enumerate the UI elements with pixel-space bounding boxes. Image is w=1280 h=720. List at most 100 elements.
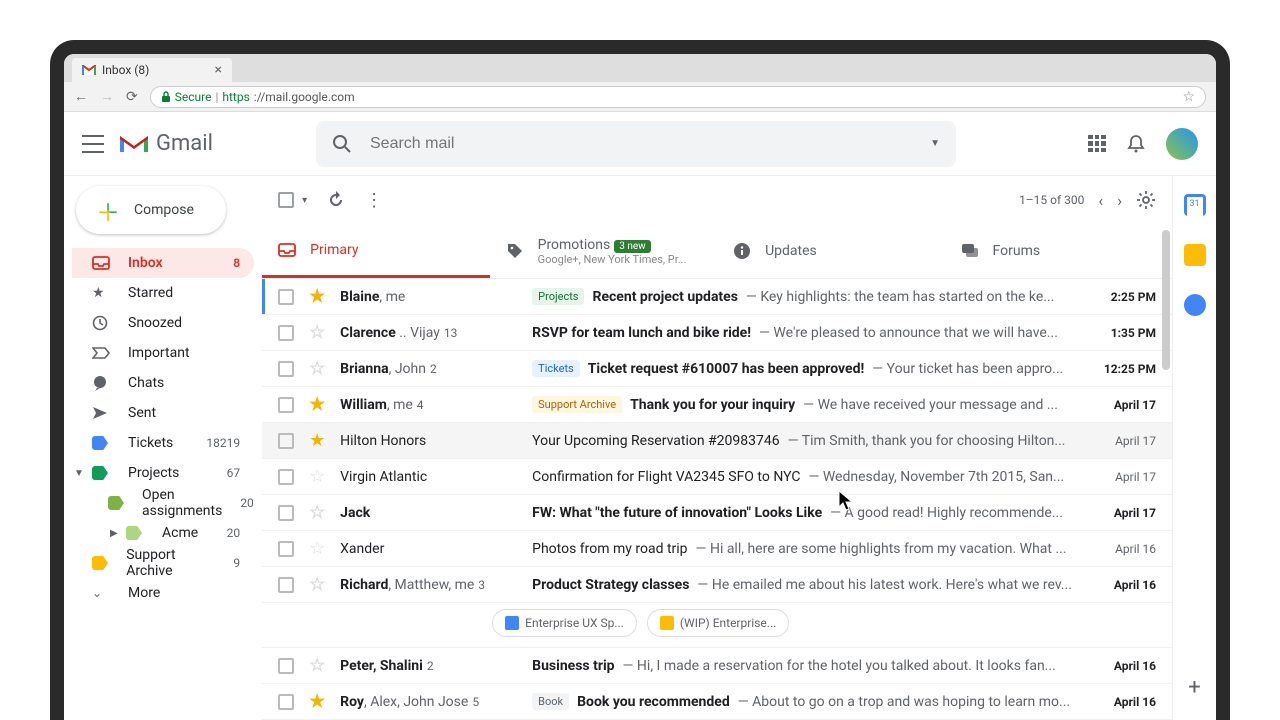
next-page-icon[interactable]: › bbox=[1117, 191, 1122, 210]
sidebar-item-starred[interactable]: ★ Starred bbox=[72, 278, 254, 308]
email-row[interactable]: ☆ Jack FW: What "the future of innovation"… bbox=[262, 495, 1172, 531]
label-chip[interactable]: Projects bbox=[532, 288, 584, 305]
search-icon[interactable] bbox=[332, 134, 352, 154]
email-list[interactable]: ★Blaine, meProjectsRecent project update… bbox=[262, 279, 1172, 720]
sidebar-item-chats[interactable]: Chats bbox=[72, 368, 254, 398]
sidebar-item-support-archive[interactable]: Support Archive 9 bbox=[72, 548, 254, 578]
tab-promotions[interactable]: Promotions3 new Google+, New York Times,… bbox=[490, 224, 717, 278]
tab-updates[interactable]: Updates bbox=[717, 224, 944, 278]
account-avatar[interactable] bbox=[1166, 128, 1198, 160]
row-checkbox[interactable] bbox=[278, 469, 294, 485]
keep-icon[interactable] bbox=[1184, 244, 1206, 266]
email-row[interactable]: ★Roy, Alex, John Jose5BookBook you recom… bbox=[262, 684, 1172, 720]
search-box[interactable]: ▼ bbox=[316, 121, 956, 167]
sidebar-item-projects[interactable]: ▼ Projects 67 bbox=[72, 458, 254, 488]
star-icon[interactable]: ☆ bbox=[308, 655, 326, 676]
back-icon[interactable]: ← bbox=[74, 88, 88, 105]
sidebar-item-sent[interactable]: Sent bbox=[72, 398, 254, 428]
address-bar[interactable]: Secure | https://mail.google.com ☆ bbox=[150, 86, 1206, 108]
select-all-checkbox[interactable] bbox=[278, 192, 294, 208]
chat-icon bbox=[92, 375, 110, 391]
sidebar-label: Acme bbox=[162, 525, 198, 541]
browser-tab[interactable]: Inbox (8) × bbox=[72, 58, 232, 82]
sidebar-item-more[interactable]: ⌄ More bbox=[72, 578, 254, 608]
select-menu-caret-icon[interactable]: ▾ bbox=[302, 195, 307, 206]
row-checkbox[interactable] bbox=[278, 433, 294, 449]
more-icon[interactable]: ⋮ bbox=[365, 190, 383, 211]
main-menu-icon[interactable] bbox=[82, 135, 104, 153]
email-row[interactable]: ☆Peter, Shalini2Business trip — Hi, I ma… bbox=[262, 648, 1172, 684]
email-row[interactable]: ★Blaine, meProjectsRecent project update… bbox=[262, 279, 1172, 315]
row-checkbox[interactable] bbox=[278, 694, 294, 710]
apps-grid-icon[interactable] bbox=[1088, 135, 1106, 153]
attachment-chip[interactable]: Enterprise UX Sp... bbox=[492, 609, 637, 637]
notifications-icon[interactable] bbox=[1126, 134, 1146, 154]
row-checkbox[interactable] bbox=[278, 541, 294, 557]
scrollbar-thumb[interactable] bbox=[1162, 230, 1170, 370]
row-checkbox[interactable] bbox=[278, 289, 294, 305]
compose-button[interactable]: ＋ Compose bbox=[76, 186, 226, 234]
browser-tab-title: Inbox (8) bbox=[102, 63, 149, 77]
reload-icon[interactable]: ⟳ bbox=[126, 89, 138, 105]
search-options-icon[interactable]: ▼ bbox=[930, 138, 940, 149]
star-icon[interactable]: ★ bbox=[308, 430, 326, 451]
star-icon[interactable]: ★ bbox=[308, 286, 326, 307]
sidebar-item-inbox[interactable]: Inbox 8 bbox=[72, 248, 254, 278]
subject-line: BookBook you recommended — About to go o… bbox=[532, 693, 1072, 710]
sent-icon bbox=[92, 406, 110, 420]
star-icon[interactable]: ☆ bbox=[308, 538, 326, 559]
row-checkbox[interactable] bbox=[278, 505, 294, 521]
email-row[interactable]: ☆Brianna, John2TicketsTicket request #61… bbox=[262, 351, 1172, 387]
bookmark-star-icon[interactable]: ☆ bbox=[1182, 89, 1195, 105]
email-row[interactable]: ☆Virgin AtlanticConfirmation for Flight … bbox=[262, 459, 1172, 495]
forward-icon[interactable]: → bbox=[100, 88, 114, 105]
sidebar-item-tickets[interactable]: Tickets 18219 bbox=[72, 428, 254, 458]
settings-gear-icon[interactable] bbox=[1136, 190, 1156, 210]
row-checkbox[interactable] bbox=[278, 325, 294, 341]
sidebar-item-important[interactable]: Important bbox=[72, 338, 254, 368]
label-chip[interactable]: Tickets bbox=[532, 360, 580, 377]
sidebar-count: 8 bbox=[233, 256, 240, 270]
email-row[interactable]: ☆XanderPhotos from my road trip — Hi all… bbox=[262, 531, 1172, 567]
subject-line: FW: What "the future of innovation" Look… bbox=[532, 505, 1072, 521]
email-row[interactable]: ☆Richard, Matthew, me3Product Strategy c… bbox=[262, 567, 1172, 603]
star-icon[interactable]: ☆ bbox=[308, 358, 326, 379]
close-tab-icon[interactable]: × bbox=[215, 62, 222, 78]
prev-page-icon[interactable]: ‹ bbox=[1098, 191, 1103, 210]
sender: Hilton Honors bbox=[340, 433, 518, 449]
star-icon[interactable]: ★ bbox=[308, 691, 326, 712]
star-icon[interactable]: ☆ bbox=[308, 502, 326, 523]
sidebar-item-acme[interactable]: ▶ Acme 20 bbox=[72, 518, 254, 548]
label-chip[interactable]: Book bbox=[532, 693, 569, 710]
email-row[interactable]: ☆Clarence .. Vijay13RSVP for team lunch … bbox=[262, 315, 1172, 351]
sidebar-item-open-assignments[interactable]: Open assignments 20 bbox=[72, 488, 254, 518]
star-icon[interactable]: ☆ bbox=[308, 574, 326, 595]
sender: Jack bbox=[340, 505, 518, 521]
inbox-icon bbox=[278, 243, 296, 257]
calendar-icon[interactable]: 31 bbox=[1184, 194, 1206, 216]
star-icon[interactable]: ☆ bbox=[308, 322, 326, 343]
attachment-chip[interactable]: (WIP) Enterprise... bbox=[647, 609, 789, 637]
star-icon[interactable]: ★ bbox=[308, 394, 326, 415]
search-input[interactable] bbox=[370, 135, 912, 153]
star-icon[interactable]: ☆ bbox=[308, 466, 326, 487]
app-header: Gmail ▼ bbox=[64, 112, 1216, 176]
email-row[interactable]: ★Hilton HonorsYour Upcoming Reservation … bbox=[262, 423, 1172, 459]
sidebar-item-snoozed[interactable]: Snoozed bbox=[72, 308, 254, 338]
row-checkbox[interactable] bbox=[278, 577, 294, 593]
row-checkbox[interactable] bbox=[278, 397, 294, 413]
chevron-right-icon[interactable]: ▶ bbox=[110, 528, 118, 539]
row-checkbox[interactable] bbox=[278, 361, 294, 377]
tasks-icon[interactable] bbox=[1184, 294, 1206, 316]
side-panel: 31 + bbox=[1172, 176, 1216, 720]
row-checkbox[interactable] bbox=[278, 658, 294, 674]
tab-primary[interactable]: Primary bbox=[262, 224, 489, 278]
tab-forums[interactable]: Forums bbox=[945, 224, 1172, 278]
timestamp: 1:35 PM bbox=[1086, 326, 1156, 340]
email-row[interactable]: ★William, me4Support ArchiveThank you fo… bbox=[262, 387, 1172, 423]
timestamp: 12:25 PM bbox=[1086, 362, 1156, 376]
label-chip[interactable]: Support Archive bbox=[532, 396, 622, 413]
chevron-down-icon[interactable]: ▼ bbox=[74, 468, 84, 479]
add-addon-icon[interactable]: + bbox=[1188, 675, 1200, 700]
refresh-icon[interactable] bbox=[327, 191, 345, 209]
